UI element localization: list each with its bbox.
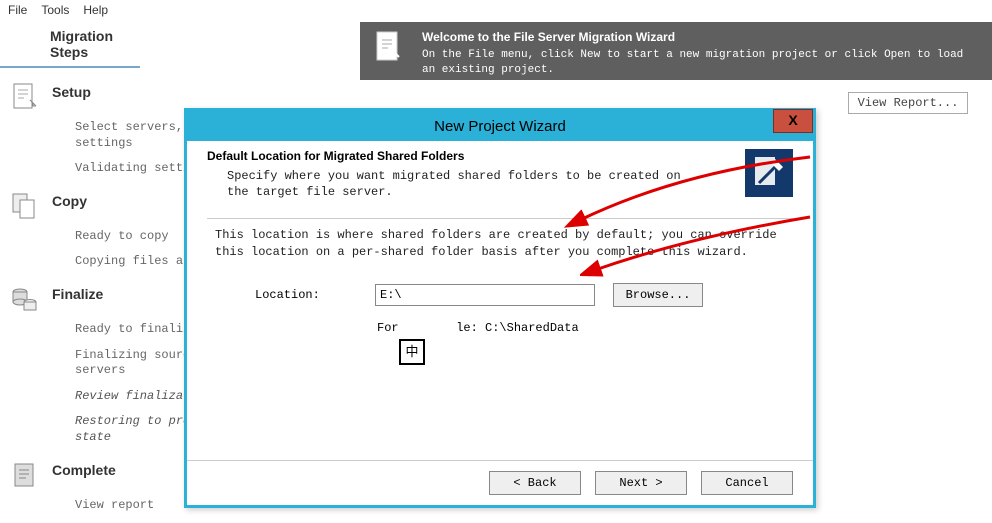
finalize-icon xyxy=(10,284,40,314)
dialog-title: New Project Wizard xyxy=(434,118,566,135)
copy-icon xyxy=(10,191,40,221)
divider xyxy=(207,218,793,219)
menu-help[interactable]: Help xyxy=(83,3,108,17)
dialog-corner-icon xyxy=(745,149,793,197)
view-report-button[interactable]: View Report... xyxy=(848,92,968,114)
browse-button[interactable]: Browse... xyxy=(613,283,703,307)
dialog-subheading: Specify where you want migrated shared f… xyxy=(227,169,697,200)
dialog-heading: Default Location for Migrated Shared Fol… xyxy=(207,149,697,163)
welcome-banner: Welcome to the File Server Migration Wiz… xyxy=(360,22,992,80)
dialog-close-button[interactable]: X xyxy=(773,109,813,133)
banner-title: Welcome to the File Server Migration Wiz… xyxy=(422,30,978,44)
location-input[interactable] xyxy=(375,284,595,306)
sidebar-header: Migration Steps xyxy=(0,28,140,68)
dialog-titlebar[interactable]: New Project Wizard X xyxy=(187,111,813,141)
banner-desc: On the File menu, click New to start a n… xyxy=(422,48,978,79)
menu-tools[interactable]: Tools xyxy=(41,3,69,17)
back-button[interactable]: < Back xyxy=(489,471,581,495)
menu-file[interactable]: File xyxy=(8,3,27,17)
ime-indicator[interactable]: 中 xyxy=(399,339,425,365)
banner-doc-icon xyxy=(374,30,404,64)
step-copy-title: Copy xyxy=(52,193,87,209)
next-button[interactable]: Next > xyxy=(595,471,687,495)
menu-bar: File Tools Help xyxy=(0,0,992,20)
complete-icon xyxy=(10,460,40,490)
step-finalize-title: Finalize xyxy=(52,286,103,302)
new-project-wizard-dialog: New Project Wizard X Default Location fo… xyxy=(184,108,816,508)
example-suffix: le: C:\SharedData xyxy=(456,321,578,335)
cancel-button[interactable]: Cancel xyxy=(701,471,793,495)
step-complete-title: Complete xyxy=(52,462,116,478)
footer-divider xyxy=(187,460,813,461)
step-setup-title: Setup xyxy=(52,84,91,100)
example-prefix: For xyxy=(377,321,399,335)
example-text: For le: C:\SharedData xyxy=(377,321,793,335)
dialog-info-text: This location is where shared folders ar… xyxy=(215,227,785,261)
location-label: Location: xyxy=(255,288,375,302)
setup-icon xyxy=(10,82,40,112)
